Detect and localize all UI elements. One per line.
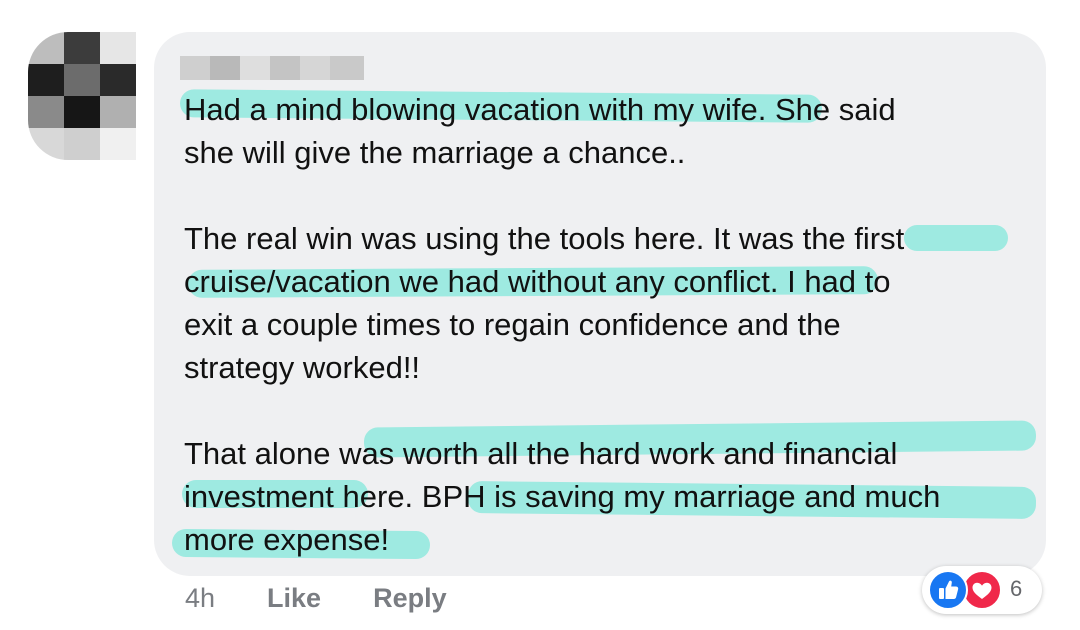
reaction-count: 6 xyxy=(1010,576,1023,601)
like-button[interactable]: Like xyxy=(267,583,321,614)
comment-actions: 4h Like Reply xyxy=(185,580,499,616)
comment-line: The real win was using the tools here. I… xyxy=(184,221,905,256)
comment-screenshot: Had a mind blowing vacation with my wife… xyxy=(0,0,1080,630)
comment-line: exit a couple times to regain confidence… xyxy=(184,307,841,342)
love-icon xyxy=(962,570,1002,610)
timestamp[interactable]: 4h xyxy=(185,583,215,614)
comment-line: Had a mind blowing vacation with my wife… xyxy=(184,92,896,127)
comment-line: cruise/vacation we had without any confl… xyxy=(184,264,891,299)
avatar[interactable] xyxy=(28,32,136,160)
reactions-summary[interactable]: 6 xyxy=(922,566,1042,614)
comment-paragraph: That alone was worth all the hard work a… xyxy=(184,432,1034,561)
author-name-redacted[interactable] xyxy=(180,54,370,80)
comment-line: investment here. BPH is saving my marria… xyxy=(184,479,941,514)
comment-text: Had a mind blowing vacation with my wife… xyxy=(184,88,1034,561)
comment-paragraph: The real win was using the tools here. I… xyxy=(184,217,1034,389)
like-icon xyxy=(928,570,968,610)
comment-paragraph: Had a mind blowing vacation with my wife… xyxy=(184,88,1034,174)
comment-line: That alone was worth all the hard work a… xyxy=(184,436,898,471)
comment-line: strategy worked!! xyxy=(184,350,421,385)
comment-line: she will give the marriage a chance.. xyxy=(184,135,686,170)
comment-line: more expense! xyxy=(184,522,390,557)
reply-button[interactable]: Reply xyxy=(373,583,447,614)
